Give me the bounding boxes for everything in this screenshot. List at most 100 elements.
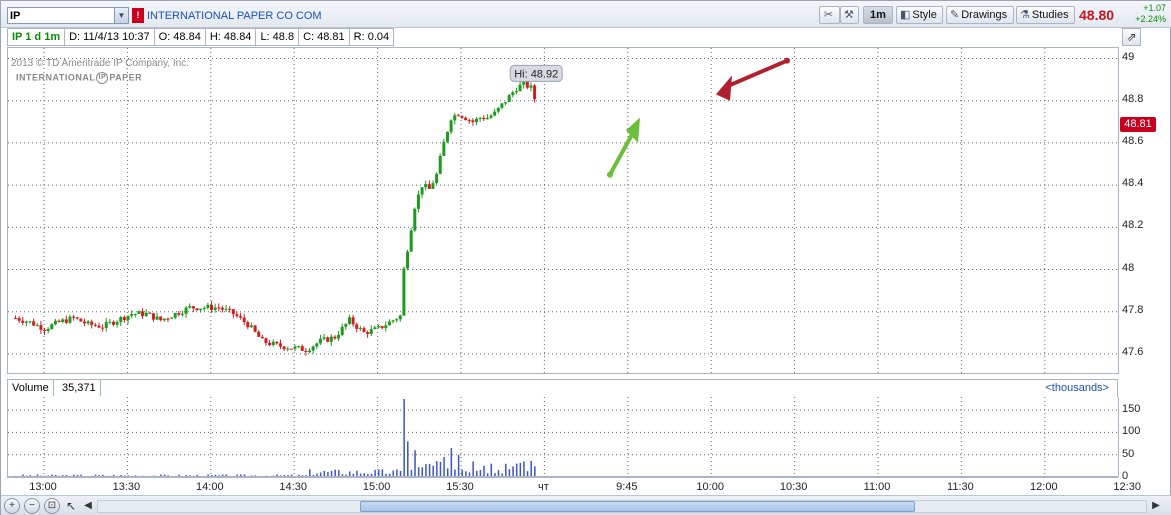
arrow-shaft [727,58,788,88]
volume-bar [505,463,507,476]
chart-settings-button[interactable]: ⇗ [1122,28,1141,46]
candle-body [159,316,163,321]
scroll-right-icon[interactable]: ▶ [1149,499,1163,513]
scrollbar-thumb[interactable] [360,501,915,512]
zoom-in-icon[interactable]: + [4,498,20,514]
logo-text-left: INTERNATIONAL [16,72,96,83]
volume-chart[interactable] [7,397,1118,477]
candle-body [351,317,355,325]
candle-body [500,103,504,108]
volume-bar [454,469,456,476]
candle-body [340,326,344,335]
candle-body [282,346,286,350]
price-chart[interactable]: Hi: 48.92 2013 © TD Ameritrade IP Compan… [7,47,1118,374]
volume-bar [490,463,493,476]
candle-body [297,346,301,348]
volume-label: Volume [8,380,54,396]
zoom-fit-icon[interactable]: ⊡ [44,498,60,514]
zoom-out-icon[interactable]: − [24,498,40,514]
style-button[interactable]: ◧ Style [896,6,943,24]
candle-body [326,337,330,342]
price-chart-svg[interactable]: Hi: 48.92 [8,48,1118,374]
candle-body [278,343,282,347]
candle-body [387,321,391,326]
alert-flag-icon[interactable]: ! [132,8,144,23]
price-tick-label: 47.8 [1122,303,1144,316]
candle-body [46,328,50,331]
chart-settings-icon: ⇗ [1126,30,1137,44]
time-tick-label: 15:00 [362,481,391,493]
candle-body [257,331,261,337]
chart-title[interactable]: IP 1 d 1m [8,29,66,45]
candle-body [224,308,228,310]
time-tick-label: 12:30 [1113,481,1141,493]
candle-body [300,346,304,351]
drawings-label: Drawings [961,9,1008,21]
candle-body [435,173,439,184]
studies-button[interactable]: ⚗ Studies [1016,6,1075,24]
candle-body [130,314,134,316]
symbol-input[interactable] [10,9,110,22]
candle-body [155,316,159,320]
last-price: 48.80 [1079,7,1115,23]
candle-body [239,316,243,318]
volume-chart-svg[interactable] [8,397,1118,477]
studies-icon: ⚗ [1020,9,1030,21]
volume-bar [472,461,474,476]
price-change: +1.07 [1143,3,1166,13]
candle-body [464,117,468,121]
volume-bar [534,466,536,476]
time-tick-label: 11:30 [947,481,974,493]
interval-button[interactable]: 1m [863,6,893,24]
candle-body [104,321,108,328]
volume-bar [479,470,482,476]
volume-bar [378,469,380,476]
volume-value: 35,371 [58,380,101,396]
time-axis[interactable]: 13:00 13:30 14:00 14:30 15:00 15:30 чт 9:45 10:0… [7,477,1141,495]
time-tick-label: 14:00 [196,481,224,493]
candle-body [17,318,21,321]
candle-body [453,115,457,121]
company-name: INTERNATIONAL PAPER CO COM [147,10,322,22]
candle-body [144,312,148,317]
price-axis[interactable]: 47.6 47.8 48 48.2 48.4 48.6 48.8 49 [1118,47,1171,374]
ohlc-info-bar: IP 1 d 1m D: 11/4/13 10:37 O: 48.84 H: 4… [7,28,395,46]
candle-body [177,313,181,315]
drawings-button[interactable]: ✎ Drawings [946,6,1014,24]
volume-bar [519,462,522,476]
drawing-tools-button[interactable]: ✂ [819,6,840,24]
candle-body [173,313,177,318]
candle-body [202,307,206,309]
candle-body [162,318,166,321]
high-label: Hi: 48.92 [514,68,558,80]
price-tick-label: 47.6 [1122,345,1144,358]
candle-body [246,322,250,328]
volume-units: <thousands> [1045,382,1109,394]
candle-body [112,321,116,325]
candle-body [82,321,86,324]
candle-body [380,326,384,329]
candle-body [170,317,174,319]
horizontal-scrollbar[interactable] [97,500,1147,513]
copyright-watermark: 2013 © TD Ameritrade IP Company, Inc. [11,58,190,69]
volume-bar [374,469,376,476]
volume-bar [450,448,453,476]
volume-axis[interactable]: 0 50 100 150 [1118,397,1171,482]
time-tick-label: 15:30 [446,481,474,493]
volume-bar [443,456,445,476]
settings-button[interactable]: ⚒ [840,6,859,24]
chevron-down-icon[interactable]: ▼ [114,8,128,23]
candle-body [427,184,431,189]
volume-bar [457,454,460,476]
symbol-selector[interactable]: ▼ [7,7,129,24]
candle-body [525,80,529,88]
cursor-icon[interactable]: ↖ [64,498,78,514]
price-tick-label: 48 [1122,261,1135,274]
scroll-left-icon[interactable]: ◀ [81,499,95,513]
volume-tick-label: 150 [1122,403,1141,416]
top-toolbar: ▼ ! INTERNATIONAL PAPER CO COM ✂ ⚒ 1m ◧S… [1,1,1171,28]
info-low: L: 48.8 [256,29,300,45]
candle-body [137,311,141,315]
candle-body [318,338,322,344]
style-icon: ◧ [900,9,911,21]
